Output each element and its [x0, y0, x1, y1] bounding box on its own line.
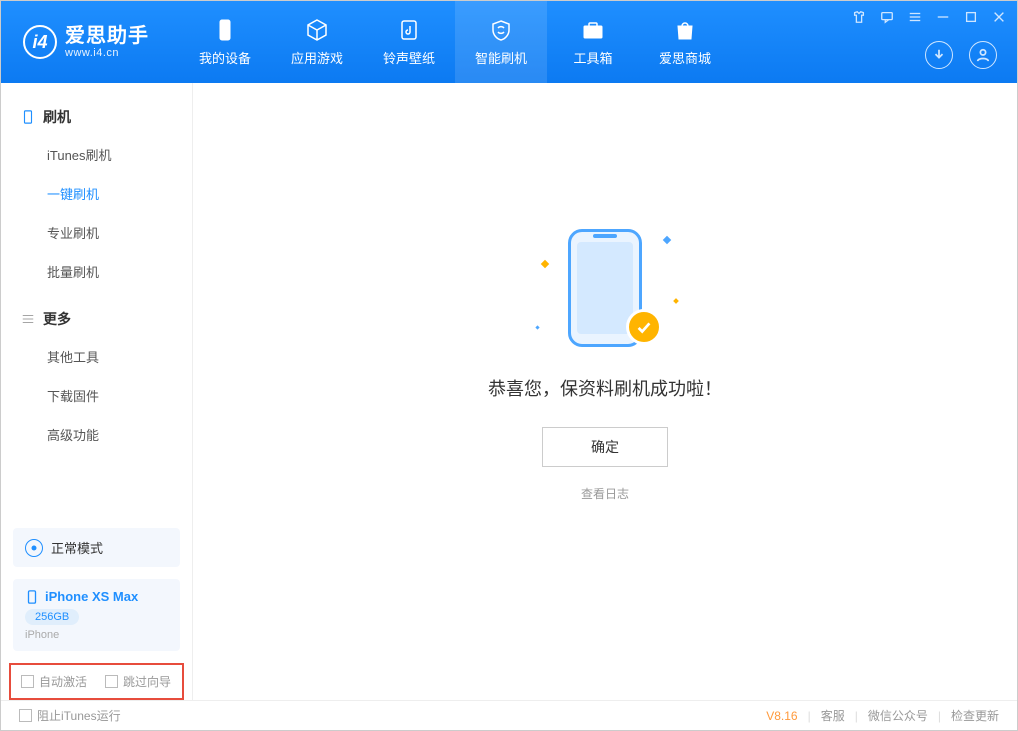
wechat-link[interactable]: 微信公众号: [868, 707, 928, 724]
highlighted-options: 自动激活 跳过向导: [9, 663, 184, 700]
sidebar-item-advanced[interactable]: 高级功能: [1, 415, 192, 454]
logo-icon: i4: [23, 25, 57, 59]
mode-label: 正常模式: [51, 538, 103, 557]
support-link[interactable]: 客服: [821, 707, 845, 724]
menu-icon[interactable]: [907, 9, 923, 25]
shirt-icon[interactable]: [851, 9, 867, 25]
sidebar: 刷机 iTunes刷机 一键刷机 专业刷机 批量刷机 更多 其他工具 下载固件 …: [1, 83, 193, 700]
nav-smart-flash[interactable]: 智能刷机: [455, 1, 547, 83]
toolbox-icon: [581, 18, 605, 42]
mode-box[interactable]: 正常模式: [13, 528, 180, 567]
maximize-button[interactable]: [963, 9, 979, 25]
success-message: 恭喜您，保资料刷机成功啦！: [488, 375, 722, 401]
device-type: iPhone: [25, 629, 168, 641]
nav-label: 我的设备: [199, 48, 251, 67]
view-log-link[interactable]: 查看日志: [581, 485, 629, 502]
sidebar-item-other-tools[interactable]: 其他工具: [1, 337, 192, 376]
version-label: V8.16: [766, 709, 797, 723]
checkbox-label: 阻止iTunes运行: [37, 707, 121, 724]
nav-label: 铃声壁纸: [383, 48, 435, 67]
music-file-icon: [397, 18, 421, 42]
nav-label: 智能刷机: [475, 48, 527, 67]
minimize-button[interactable]: [935, 9, 951, 25]
sidebar-item-pro-flash[interactable]: 专业刷机: [1, 213, 192, 252]
sidebar-header-flash: 刷机: [1, 99, 192, 135]
sidebar-header-more: 更多: [1, 301, 192, 337]
feedback-icon[interactable]: [879, 9, 895, 25]
device-storage: 256GB: [25, 609, 79, 625]
main-nav: 我的设备 应用游戏 铃声壁纸 智能刷机 工具箱 爱思商城: [179, 1, 731, 83]
bag-icon: [673, 18, 697, 42]
checkbox-auto-activate[interactable]: 自动激活: [21, 673, 87, 690]
device-box[interactable]: iPhone XS Max 256GB iPhone: [13, 579, 180, 651]
success-check-icon: [626, 309, 662, 345]
sidebar-item-download-firmware[interactable]: 下载固件: [1, 376, 192, 415]
sidebar-item-itunes-flash[interactable]: iTunes刷机: [1, 135, 192, 174]
nav-label: 工具箱: [573, 48, 612, 67]
nav-label: 爱思商城: [659, 48, 711, 67]
app-subtitle: www.i4.cn: [65, 47, 149, 59]
checkbox-icon: [105, 675, 118, 688]
checkbox-icon: [21, 675, 34, 688]
app-title: 爱思助手: [65, 25, 149, 47]
sidebar-header-label: 更多: [43, 309, 71, 329]
main-content: 恭喜您，保资料刷机成功啦！ 确定 查看日志: [193, 83, 1017, 700]
checkbox-block-itunes[interactable]: 阻止iTunes运行: [19, 707, 121, 724]
sidebar-item-batch-flash[interactable]: 批量刷机: [1, 252, 192, 291]
cube-icon: [305, 18, 329, 42]
refresh-shield-icon: [489, 18, 513, 42]
download-icon[interactable]: [925, 41, 953, 69]
success-illustration: [530, 221, 680, 351]
sidebar-item-onekey-flash[interactable]: 一键刷机: [1, 174, 192, 213]
checkbox-icon: [19, 709, 32, 722]
app-logo: i4 爱思助手 www.i4.cn: [23, 25, 149, 59]
phone-icon: [25, 590, 39, 604]
list-icon: [21, 312, 35, 326]
nav-my-device[interactable]: 我的设备: [179, 1, 271, 83]
user-icon[interactable]: [969, 41, 997, 69]
device-icon: [21, 110, 35, 124]
window-controls: [851, 9, 1007, 25]
checkbox-label: 自动激活: [39, 673, 87, 690]
update-link[interactable]: 检查更新: [951, 707, 999, 724]
nav-store[interactable]: 爱思商城: [639, 1, 731, 83]
nav-label: 应用游戏: [291, 48, 343, 67]
sidebar-header-label: 刷机: [43, 107, 71, 127]
phone-icon: [213, 18, 237, 42]
status-bar: 阻止iTunes运行 V8.16 | 客服 | 微信公众号 | 检查更新: [1, 700, 1017, 730]
close-button[interactable]: [991, 9, 1007, 25]
nav-apps-games[interactable]: 应用游戏: [271, 1, 363, 83]
title-bar: i4 爱思助手 www.i4.cn 我的设备 应用游戏 铃声壁纸 智能刷机 工具…: [1, 1, 1017, 83]
mode-icon: [25, 539, 43, 557]
checkbox-label: 跳过向导: [123, 673, 171, 690]
device-name: iPhone XS Max: [45, 589, 138, 604]
nav-toolbox[interactable]: 工具箱: [547, 1, 639, 83]
nav-ringtones-wallpapers[interactable]: 铃声壁纸: [363, 1, 455, 83]
checkbox-skip-guide[interactable]: 跳过向导: [105, 673, 171, 690]
ok-button[interactable]: 确定: [542, 427, 668, 467]
